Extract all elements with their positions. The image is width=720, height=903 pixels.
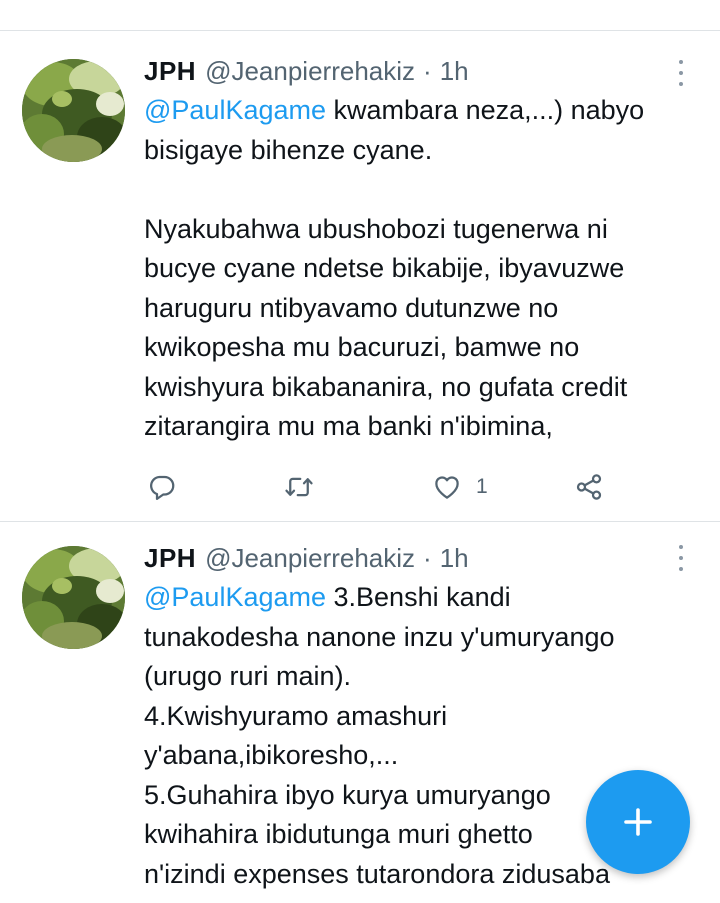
avatar-image bbox=[22, 59, 125, 162]
plus-icon bbox=[624, 808, 652, 836]
retweet-button[interactable] bbox=[284, 467, 314, 507]
mention-link[interactable]: @PaulKagame bbox=[144, 95, 326, 125]
tweet-text: @PaulKagame kwambara neza,...) nabyo bis… bbox=[144, 91, 710, 447]
more-vertical-icon[interactable] bbox=[674, 543, 688, 573]
like-count: 1 bbox=[476, 475, 488, 498]
tweet[interactable]: JPH @Jeanpierrehakiz · 1h @PaulKagame kw… bbox=[0, 31, 720, 521]
share-icon bbox=[576, 474, 602, 500]
like-button[interactable]: 1 bbox=[432, 467, 488, 507]
more-vertical-icon[interactable] bbox=[674, 58, 688, 88]
mention-link[interactable]: @PaulKagame bbox=[144, 582, 326, 612]
display-name[interactable]: JPH bbox=[144, 543, 196, 574]
user-handle[interactable]: @Jeanpierrehakiz bbox=[205, 543, 415, 574]
separator: · bbox=[423, 55, 432, 86]
timestamp[interactable]: 1h bbox=[440, 56, 469, 87]
display-name[interactable]: JPH bbox=[144, 56, 196, 87]
tweet-header: JPH @Jeanpierrehakiz · 1h bbox=[144, 540, 469, 576]
avatar[interactable] bbox=[22, 59, 125, 162]
share-button[interactable] bbox=[574, 467, 604, 507]
tweet-body: kwambara neza,...) nabyo bisigaye bihenz… bbox=[144, 95, 645, 441]
user-handle[interactable]: @Jeanpierrehakiz bbox=[205, 56, 415, 87]
compose-tweet-button[interactable] bbox=[586, 770, 690, 874]
timestamp[interactable]: 1h bbox=[440, 543, 469, 574]
heart-icon bbox=[435, 476, 459, 499]
reply-button[interactable] bbox=[147, 467, 177, 507]
tweet-body: 3.Benshi kandi tunakodesha nanone inzu y… bbox=[144, 582, 615, 889]
avatar-image bbox=[22, 546, 125, 649]
reply-icon bbox=[150, 475, 175, 500]
separator: · bbox=[423, 542, 432, 573]
avatar[interactable] bbox=[22, 546, 125, 649]
tweet-header: JPH @Jeanpierrehakiz · 1h bbox=[144, 53, 469, 89]
retweet-icon bbox=[285, 477, 313, 497]
tweet-actions: 1 bbox=[144, 467, 624, 507]
